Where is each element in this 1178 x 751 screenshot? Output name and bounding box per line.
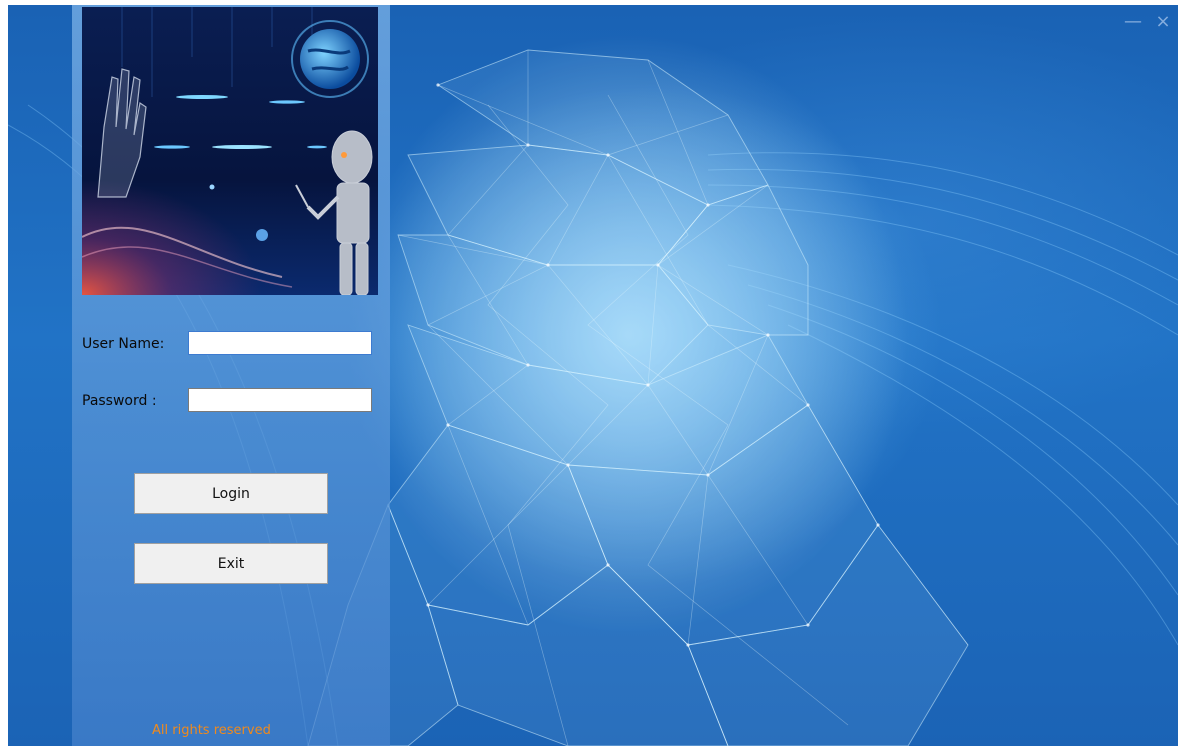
exit-button[interactable]: Exit [134, 543, 328, 584]
login-window: — × User Name: Password: Login Exit All… [8, 5, 1178, 746]
minimize-icon[interactable]: — [1118, 11, 1148, 32]
username-input[interactable] [188, 331, 372, 355]
copyright-text: All rights reserved [152, 723, 271, 738]
login-button[interactable]: Login [134, 473, 328, 514]
banner-image [82, 7, 378, 295]
robot-hand-globe-icon [82, 7, 378, 295]
close-icon[interactable]: × [1148, 11, 1178, 32]
password-input[interactable] [188, 388, 372, 412]
login-panel: User Name: Password : Login Exit All rig… [72, 5, 390, 746]
password-label: Password : [82, 393, 157, 409]
window-controls: — × [1118, 11, 1178, 32]
username-label: User Name: [82, 336, 165, 352]
